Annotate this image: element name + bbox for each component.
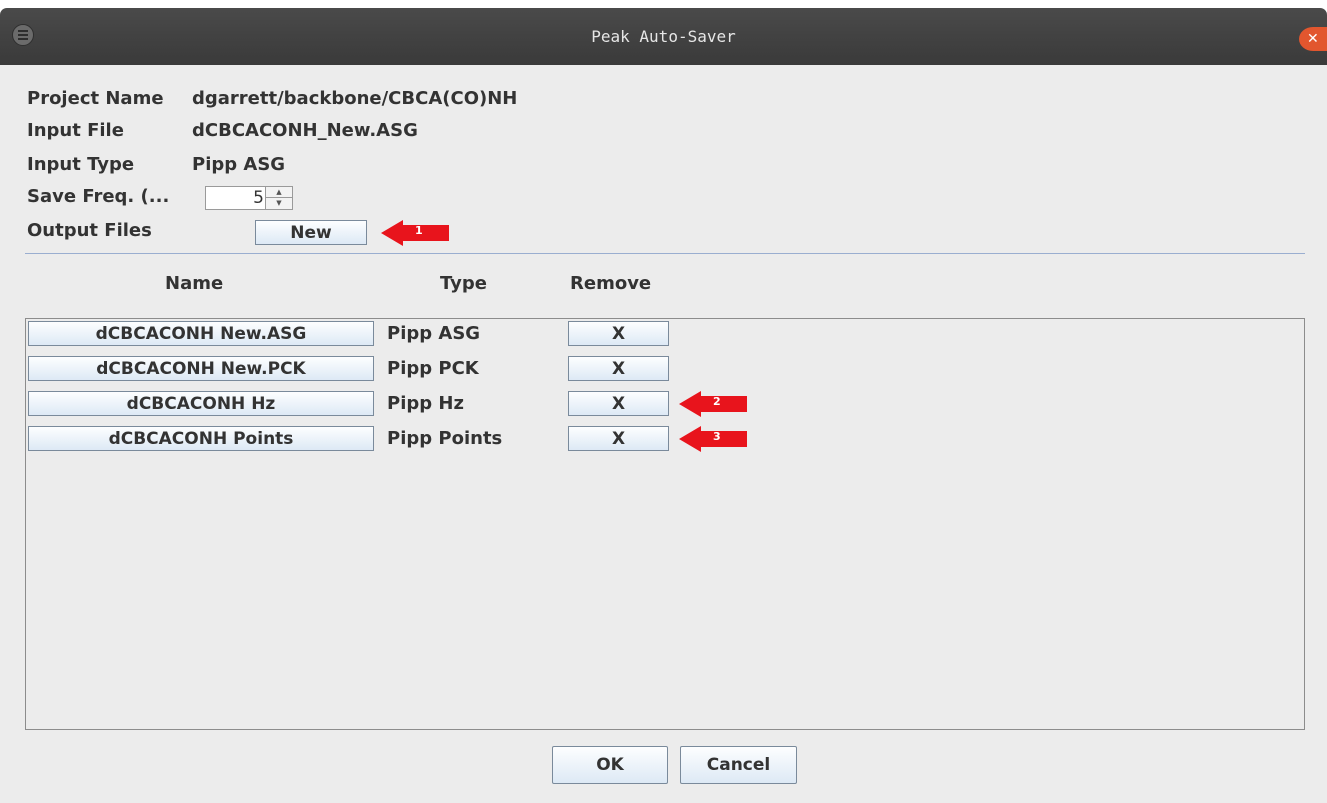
annotation-number-3: 3 (713, 430, 721, 443)
output-file-name-button[interactable]: dCBCACONH New.PCK (28, 356, 374, 381)
spinner-up-icon[interactable]: ▲ (266, 187, 292, 198)
save-freq-value[interactable]: 5 (253, 188, 264, 208)
remove-row-button[interactable]: X (568, 321, 669, 346)
output-file-type: Pipp Points (387, 428, 503, 449)
spinner-down-icon[interactable]: ▼ (266, 198, 292, 209)
ok-button[interactable]: OK (552, 746, 668, 784)
input-file-value: dCBCACONH_New.ASG (192, 120, 418, 141)
output-file-name-button[interactable]: dCBCACONH Hz (28, 391, 374, 416)
output-file-name-button[interactable]: dCBCACONH New.ASG (28, 321, 374, 346)
column-header-remove: Remove (570, 273, 652, 294)
column-header-name: Name (165, 273, 224, 294)
output-file-type: Pipp Hz (387, 393, 464, 414)
output-files-label: Output Files (27, 220, 152, 241)
close-icon[interactable]: ✕ (1299, 27, 1327, 51)
input-type-value: Pipp ASG (192, 154, 286, 175)
annotation-arrow-1: 1 (381, 220, 453, 246)
column-header-type: Type (440, 273, 487, 294)
save-freq-spinner[interactable]: 5 ▲ ▼ (205, 186, 293, 210)
new-output-button[interactable]: New (255, 220, 367, 245)
separator (25, 253, 1305, 254)
output-file-type: Pipp PCK (387, 358, 479, 379)
output-file-name-button[interactable]: dCBCACONH Points (28, 426, 374, 451)
dialog-window: Peak Auto-Saver ✕ Project Name dgarrett/… (0, 8, 1327, 803)
remove-row-button[interactable]: X (568, 356, 669, 381)
spinner-arrows[interactable]: ▲ ▼ (265, 187, 292, 209)
save-freq-label: Save Freq. (... (27, 186, 170, 207)
remove-row-button[interactable]: X (568, 391, 669, 416)
window-title: Peak Auto-Saver (591, 27, 736, 46)
annotation-arrow-3: 3 (679, 426, 751, 452)
annotation-arrow-2: 2 (679, 391, 751, 417)
project-name-label: Project Name (27, 88, 164, 109)
input-file-label: Input File (27, 120, 124, 141)
input-type-label: Input Type (27, 154, 135, 175)
annotation-number-2: 2 (713, 395, 721, 408)
project-name-value: dgarrett/backbone/CBCA(CO)NH (192, 88, 518, 109)
cancel-button[interactable]: Cancel (680, 746, 797, 784)
title-bar[interactable]: Peak Auto-Saver ✕ (0, 8, 1327, 65)
annotation-number-1: 1 (415, 224, 423, 237)
remove-row-button[interactable]: X (568, 426, 669, 451)
output-file-type: Pipp ASG (387, 323, 481, 344)
